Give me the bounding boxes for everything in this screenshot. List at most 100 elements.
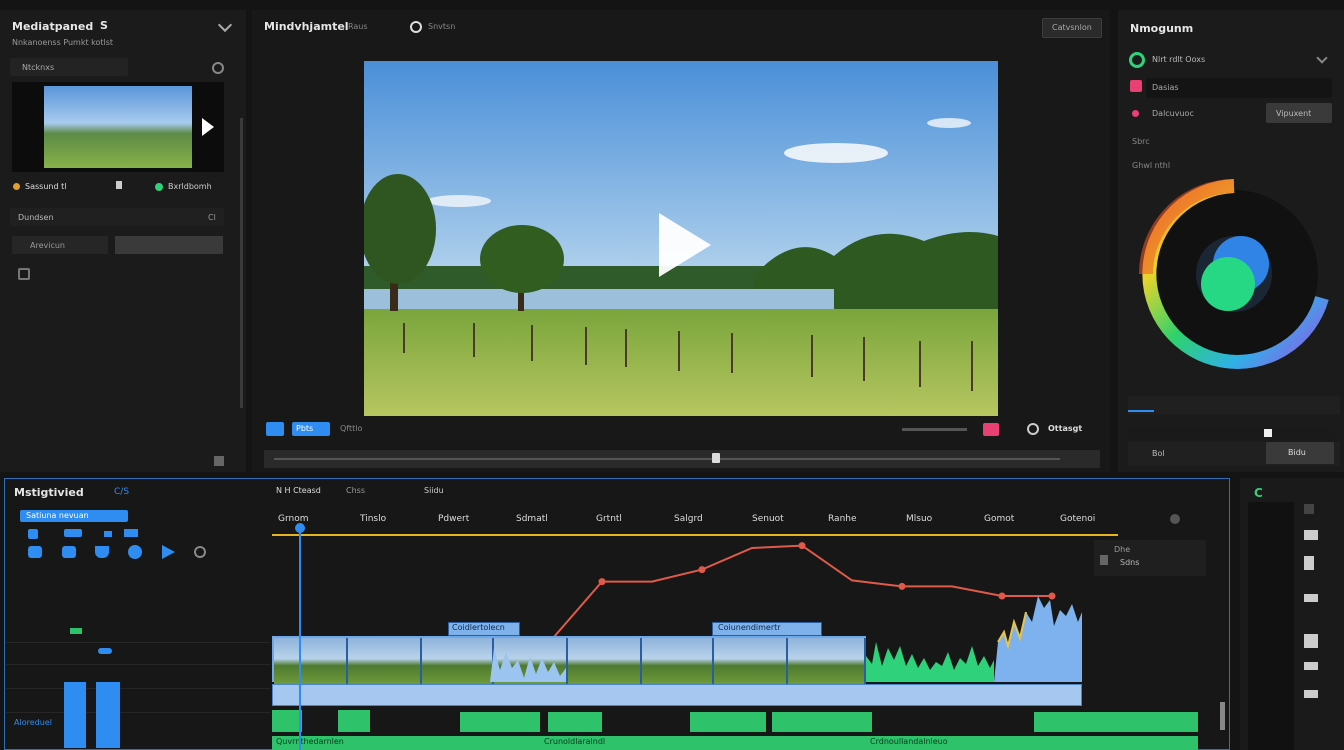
side-label: Dhe <box>1114 545 1131 554</box>
audio-clip[interactable] <box>548 712 602 732</box>
viewer-panel: Mindvhjamtel Raus Snvtsn Catvsnlon Pbts … <box>252 10 1110 472</box>
viewer-title: Mindvhjamtel <box>264 20 349 33</box>
tool-play-icon[interactable] <box>162 545 175 559</box>
strip-icon-7[interactable] <box>1304 690 1318 698</box>
strip-icon-1[interactable] <box>1304 504 1314 514</box>
ruler-label: Sdmatl <box>516 514 548 524</box>
right-strip-panel: C <box>1240 478 1344 750</box>
tool-record-icon[interactable] <box>128 545 142 559</box>
ruler-label: Gomot <box>984 514 1015 524</box>
section-title: Dundsen <box>18 213 54 222</box>
bottom-tab[interactable] <box>1128 396 1340 414</box>
play-icon[interactable] <box>659 213 711 277</box>
tool-select-icon[interactable] <box>28 529 38 539</box>
green-waveform-graphic <box>866 642 994 682</box>
audio-track-2[interactable] <box>272 736 1198 750</box>
video-track-2[interactable] <box>272 684 1082 706</box>
ruler-label: Tinslo <box>360 514 387 524</box>
timeline-title-badge[interactable]: C/S <box>114 487 129 497</box>
tool-target-icon[interactable] <box>194 546 206 558</box>
chevron-down-icon[interactable] <box>217 17 233 33</box>
ruler-label: Gotenoi <box>1060 514 1096 524</box>
audio-clip[interactable] <box>772 712 872 732</box>
audio-clip[interactable] <box>338 710 370 732</box>
strip-icon-5[interactable] <box>1304 634 1318 648</box>
row2-label: Dasias <box>1152 83 1179 92</box>
track-row-4 <box>6 688 270 713</box>
video-frame[interactable] <box>364 61 998 416</box>
clip-frame[interactable] <box>714 638 788 684</box>
strip-icon-4[interactable] <box>1304 594 1318 602</box>
side-checkbox[interactable] <box>1100 555 1108 565</box>
media-header-icon[interactable]: S <box>100 19 108 32</box>
media-panel: Mediatpaned S Nnkanoenss Pumkt kotlst Nt… <box>0 10 246 472</box>
tool-cut-icon[interactable] <box>64 529 82 537</box>
timeline-header-c: Siidu <box>424 486 444 495</box>
row2-swatch[interactable] <box>1130 80 1142 92</box>
time-right: Ottasgt <box>1048 424 1083 433</box>
timeline-settings-icon[interactable] <box>1170 514 1180 524</box>
bottom-slider-handle[interactable] <box>1264 429 1272 437</box>
keyframe-point[interactable] <box>898 582 906 590</box>
timeline-highlight-label: Satiuna nevuan <box>26 511 89 520</box>
track-eye-icon[interactable] <box>98 648 112 654</box>
bottom-button-label: Bidu <box>1288 448 1306 457</box>
timeline-ruler[interactable]: Grnom Tinslo Pdwert Sdmatl Grtntl Salgrd… <box>272 510 1118 536</box>
strip-icon-6[interactable] <box>1304 662 1318 670</box>
play-button[interactable] <box>266 422 284 436</box>
clip-name: Sassund tl <box>25 182 67 191</box>
flag-icon[interactable] <box>116 181 122 189</box>
tool-text-icon[interactable] <box>124 529 138 537</box>
tool-blade-icon[interactable] <box>28 546 42 558</box>
tool-hand-icon[interactable] <box>62 546 76 558</box>
tool-zoom-icon[interactable] <box>95 546 109 558</box>
ruler-label: Grnom <box>278 514 309 524</box>
track-green-icon[interactable] <box>70 628 82 634</box>
keyframe-point[interactable] <box>598 578 606 586</box>
timeline-playhead[interactable] <box>299 526 301 750</box>
timeline-title: Mstigtivied <box>14 486 84 499</box>
scrubber-playhead[interactable] <box>712 453 720 463</box>
row1-icon[interactable] <box>1129 52 1145 68</box>
clip-frame[interactable] <box>348 638 422 684</box>
panel-menu-icon[interactable] <box>214 456 224 466</box>
audio-label: Crdnoullandalnleuo <box>870 737 948 746</box>
media-thumbnail[interactable] <box>12 82 224 172</box>
track-mute-button[interactable] <box>96 682 120 748</box>
thumbnail-play-icon[interactable] <box>202 118 214 136</box>
loop-icon[interactable] <box>1027 423 1039 435</box>
scrubber-track[interactable] <box>264 450 1100 468</box>
settings-icon[interactable] <box>212 62 224 74</box>
clip-frame[interactable] <box>788 638 866 684</box>
color-wheel[interactable] <box>1136 176 1332 372</box>
audio-clip[interactable] <box>1034 712 1198 732</box>
field-dropdown[interactable] <box>115 236 223 254</box>
timeline-scrollbar[interactable] <box>1220 702 1225 730</box>
keyframe-point[interactable] <box>698 566 706 574</box>
strip-icon-2[interactable] <box>1304 530 1318 540</box>
add-icon[interactable] <box>18 268 30 280</box>
clip-frame[interactable] <box>642 638 714 684</box>
strip-icon-3[interactable] <box>1304 556 1314 570</box>
clip-meta-dot <box>155 183 163 191</box>
track-lock-button[interactable] <box>64 682 86 748</box>
audio-clip[interactable] <box>690 712 766 732</box>
bottom-tab-active[interactable] <box>1128 410 1154 412</box>
clip-frame[interactable] <box>568 638 642 684</box>
viewer-tab[interactable]: Raus <box>348 22 368 31</box>
row1-dropdown[interactable] <box>1316 52 1328 64</box>
record-button[interactable] <box>983 423 999 436</box>
audio-clip[interactable] <box>272 710 302 732</box>
volume-slider[interactable] <box>902 428 967 431</box>
tool-slip-icon[interactable] <box>104 531 112 537</box>
clip-frame[interactable] <box>422 638 494 684</box>
bottom-slider[interactable] <box>1128 428 1334 438</box>
info-icon[interactable] <box>410 21 422 33</box>
clip-frame[interactable] <box>274 638 348 684</box>
audio-clip[interactable] <box>460 712 540 732</box>
blue-waveform-graphic <box>490 648 566 682</box>
right-strip-column <box>1248 502 1294 750</box>
keyframe-point[interactable] <box>798 542 806 550</box>
playhead-handle[interactable] <box>295 523 305 533</box>
media-scrollbar[interactable] <box>240 118 243 408</box>
